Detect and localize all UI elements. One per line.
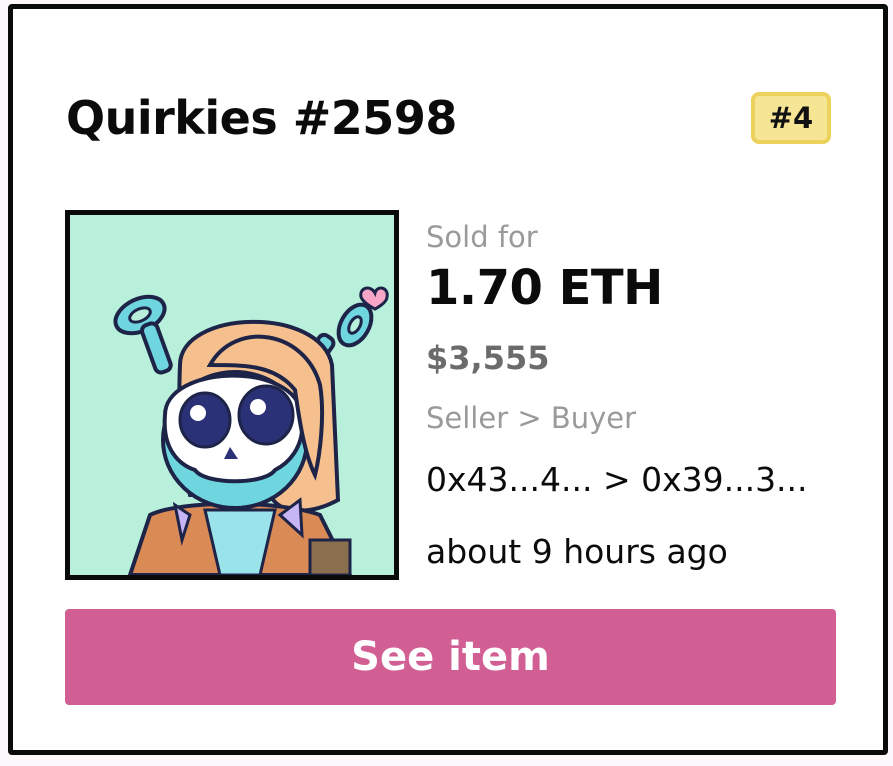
see-item-button[interactable]: See item <box>65 609 836 705</box>
sale-card: Quirkies #2598 #4 Sold for 1.70 ETH $3,5… <box>8 4 888 755</box>
price-eth: 1.70 ETH <box>426 260 663 316</box>
skull-character-illustration <box>70 215 394 575</box>
sale-timestamp: about 9 hours ago <box>426 532 728 571</box>
rank-badge: #4 <box>751 92 831 144</box>
sold-for-label: Sold for <box>426 220 538 254</box>
price-usd: $3,555 <box>426 339 550 377</box>
nft-title: Quirkies #2598 <box>66 91 457 145</box>
nft-image[interactable] <box>65 210 399 580</box>
seller-buyer-addresses[interactable]: 0x43...4... > 0x39...3... <box>426 460 808 499</box>
seller-buyer-label: Seller > Buyer <box>426 401 637 435</box>
